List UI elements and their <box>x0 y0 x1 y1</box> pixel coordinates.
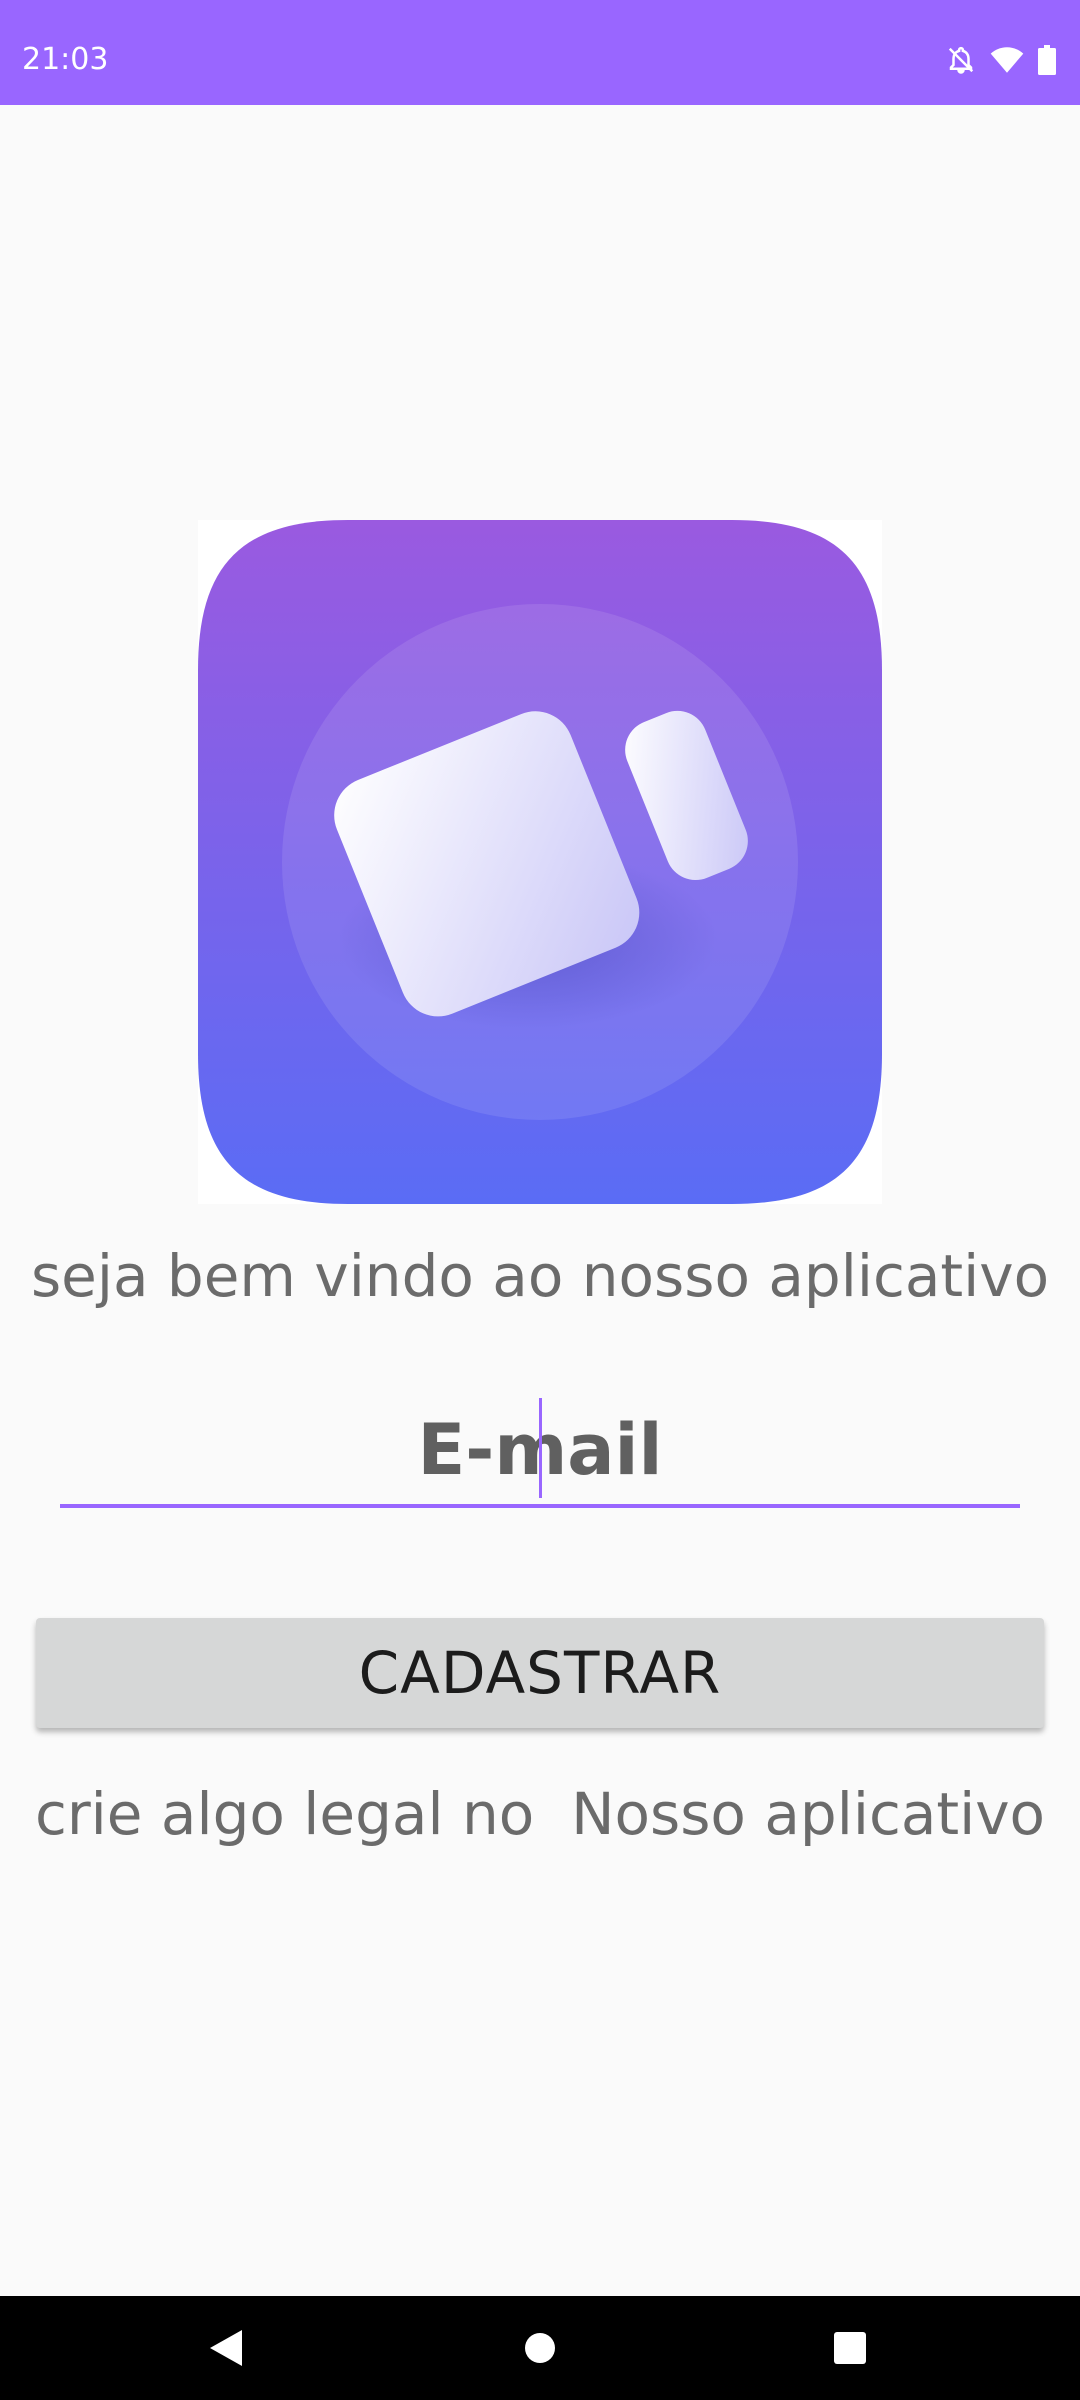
email-underline <box>60 1504 1020 1508</box>
tagline-text: crie algo legal no Nosso aplicativo <box>34 1780 1046 1848</box>
status-bar: 21:03 <box>0 0 1080 105</box>
back-icon[interactable] <box>202 2324 250 2372</box>
video-camera-app-icon <box>198 520 882 1204</box>
app-logo <box>198 520 882 1204</box>
text-cursor <box>539 1398 542 1498</box>
status-time: 21:03 <box>22 42 109 77</box>
wifi-icon <box>990 45 1024 75</box>
home-icon[interactable] <box>516 2324 564 2372</box>
email-field-container <box>60 1398 1020 1508</box>
status-icons <box>946 40 1056 80</box>
welcome-text: seja bem vindo ao nosso aplicativo <box>30 1242 1050 1310</box>
register-button[interactable]: CADASTRAR <box>36 1618 1044 1728</box>
recents-icon[interactable] <box>826 2324 874 2372</box>
navigation-bar <box>0 2296 1080 2400</box>
battery-icon <box>1038 45 1056 75</box>
bell-off-icon <box>946 45 976 75</box>
